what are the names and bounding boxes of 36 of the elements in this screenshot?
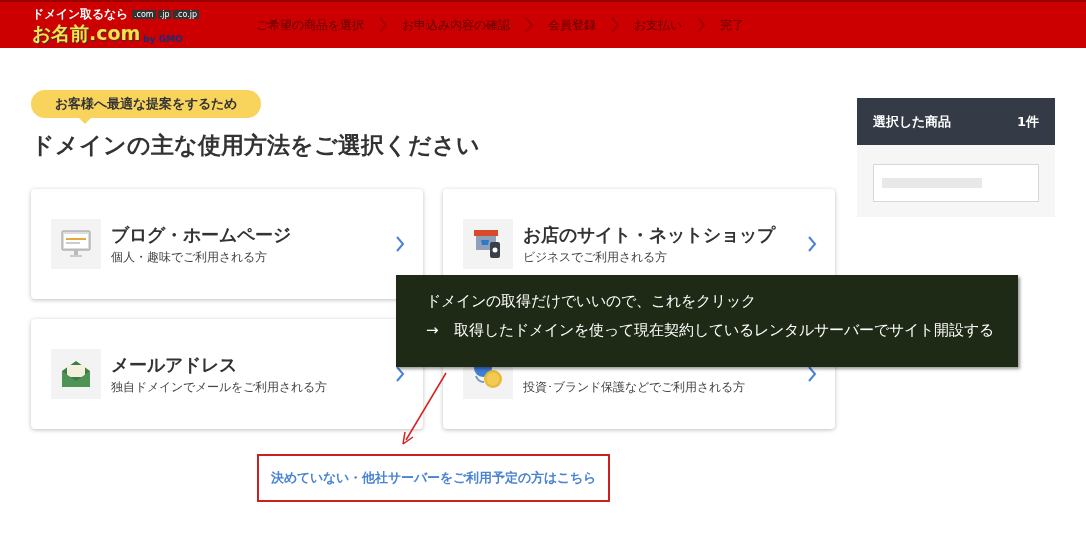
option-subtitle: 投資･ブランド保護などでご利用される方 [523,380,746,395]
domain-tag: .co.jp [173,9,200,19]
chevron-icon [696,17,706,33]
domain-tag: .com [132,9,156,19]
chevron-icon [378,17,388,33]
option-subtitle: ビジネスでご利用される方 [523,250,668,265]
option-title: ブログ・ホームページ [111,223,292,247]
logo-byline: by GMO [143,33,183,44]
option-subtitle: 独自ドメインでメールをご利用される方 [111,380,328,395]
domain-tag: .jp [157,9,172,19]
logo[interactable]: お名前.com [32,21,141,44]
page-heading: ドメインの主な使用方法をご選択ください [31,131,481,160]
chevron-icon [395,366,405,382]
chevron-icon [610,17,620,33]
step-label: ご希望の商品を選択 [256,16,364,34]
option-card[interactable]: ブログ・ホームページ 個人・趣味でご利用される方 [31,189,423,299]
chevron-icon [524,17,534,33]
envelope-icon [60,360,92,388]
option-title: メールアドレス [111,353,238,377]
cart-count: 1件 [1016,112,1039,131]
chevron-icon [807,236,817,252]
logo-tagline: ドメイン取るなら [32,6,128,22]
step-label: 完了 [720,16,744,34]
monitor-icon [61,230,91,258]
bubble-tail-icon [79,118,91,124]
speech-badge: お客様へ最適な提案をするため [31,90,261,118]
option-title: お店のサイト・ネットショップ [523,223,777,247]
chevron-icon [395,236,405,252]
option-subtitle: 個人・趣味でご利用される方 [111,250,268,265]
other-option-link[interactable]: 決めていない・他社サーバーをご利用予定の方はこちら [256,454,610,502]
step-label: お支払い [634,16,682,34]
step-label: 会員登録 [548,16,596,34]
option-card[interactable]: メールアドレス 独自ドメインでメールをご利用される方 [31,319,423,429]
step-label: お申込み内容の確認 [402,16,510,34]
chevron-icon [807,366,817,382]
cart-title: 選択した商品 [873,112,951,131]
